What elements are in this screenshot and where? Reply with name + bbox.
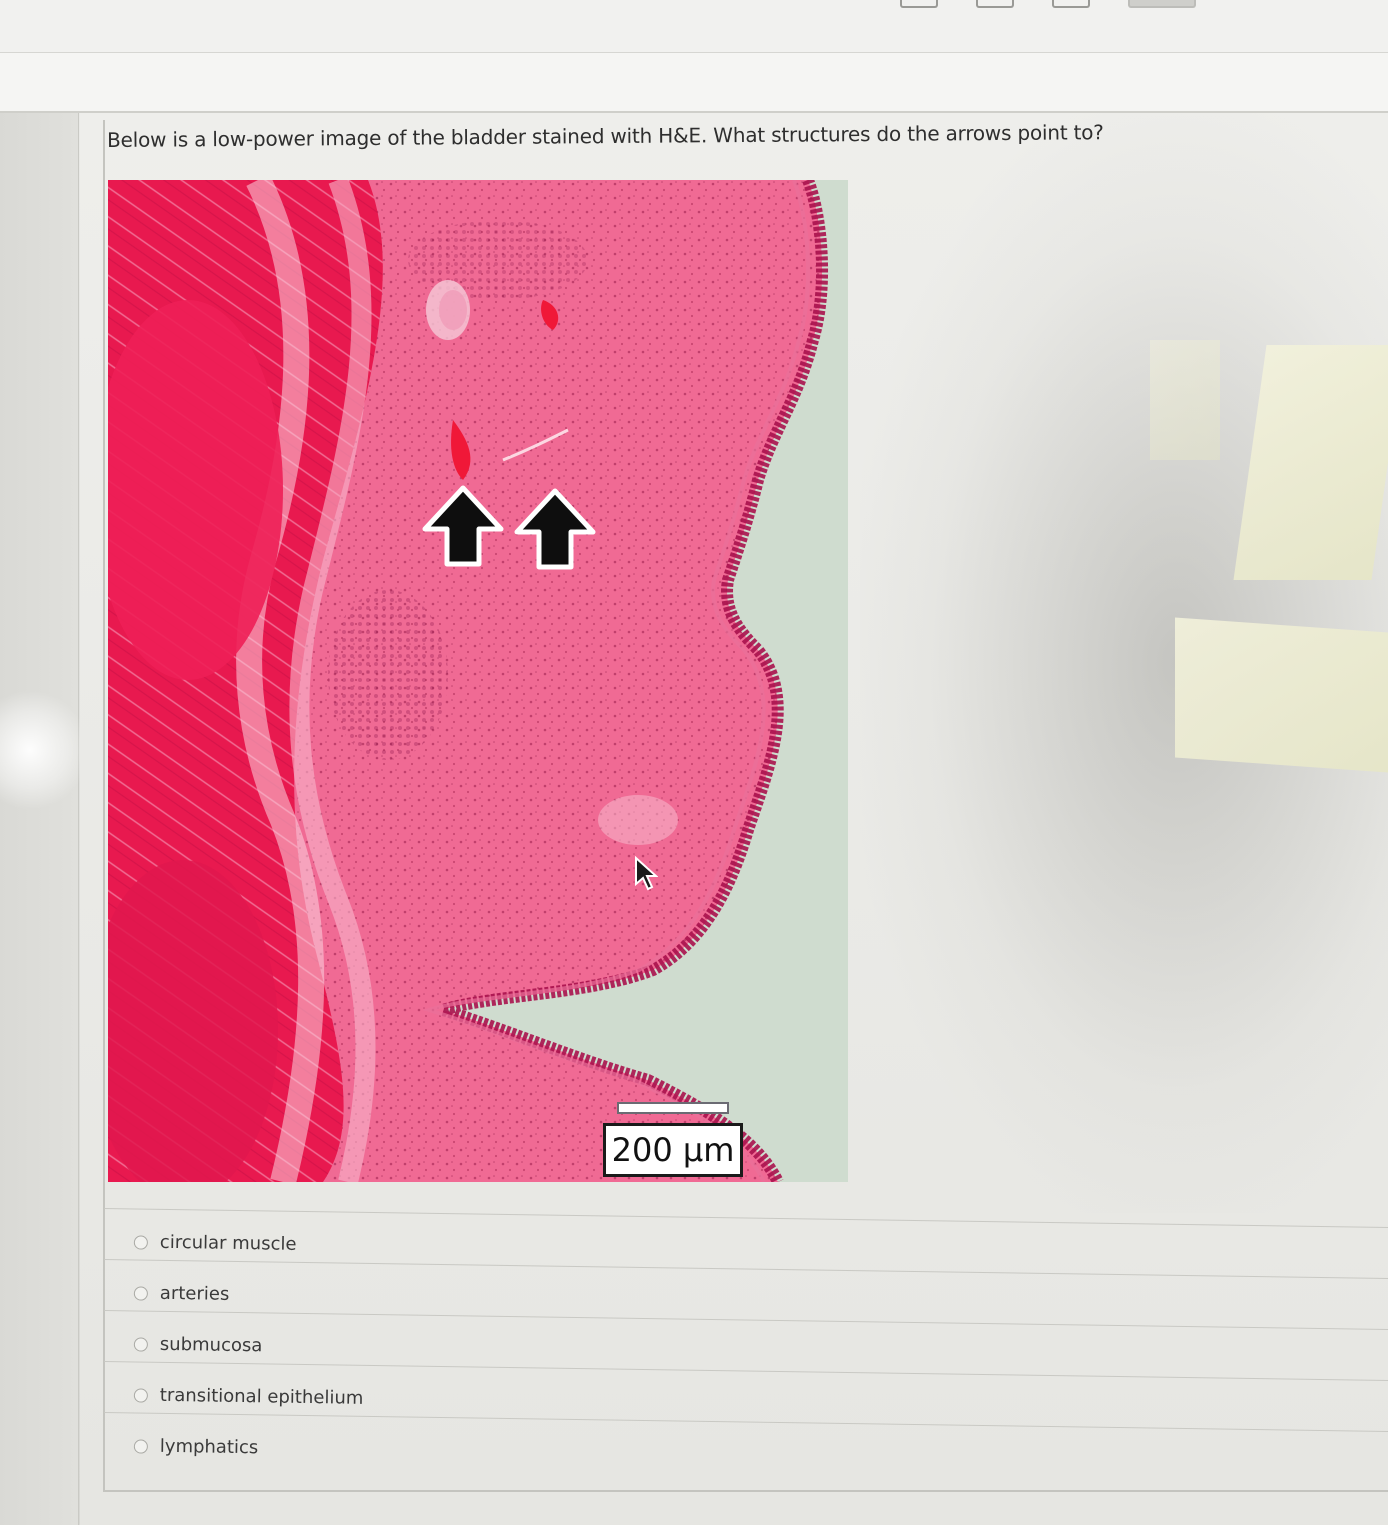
scale-bar	[617, 1102, 729, 1114]
nav-glyph-icon[interactable]	[976, 0, 1014, 8]
option-label[interactable]: transitional epithelium	[160, 1385, 364, 1409]
radio-button[interactable]	[133, 1439, 148, 1454]
nav-icon-strip	[900, 0, 1196, 8]
up-arrow-icon	[422, 485, 504, 567]
answer-options: circular muscle arteries submucosa trans…	[103, 1208, 1388, 1483]
nav-glyph-icon[interactable]	[900, 0, 938, 8]
option-label[interactable]: lymphatics	[160, 1436, 259, 1458]
radio-button[interactable]	[133, 1337, 148, 1352]
mouse-pointer-icon	[635, 856, 658, 891]
header-band	[0, 53, 1388, 113]
radio-button[interactable]	[133, 1286, 148, 1301]
radio-button[interactable]	[133, 1235, 148, 1250]
option-label[interactable]: submucosa	[160, 1334, 263, 1357]
left-rail	[0, 113, 79, 1525]
option-label[interactable]: circular muscle	[160, 1232, 297, 1255]
bladder-micrograph	[108, 180, 848, 1182]
scale-label: 200 µm	[603, 1123, 743, 1177]
up-arrow-icon	[514, 488, 596, 570]
nav-glyph-icon[interactable]	[1128, 0, 1196, 8]
browser-top-bar	[0, 0, 1388, 53]
option-label[interactable]: arteries	[160, 1283, 230, 1305]
nav-glyph-icon[interactable]	[1052, 0, 1090, 8]
radio-button[interactable]	[133, 1388, 148, 1403]
